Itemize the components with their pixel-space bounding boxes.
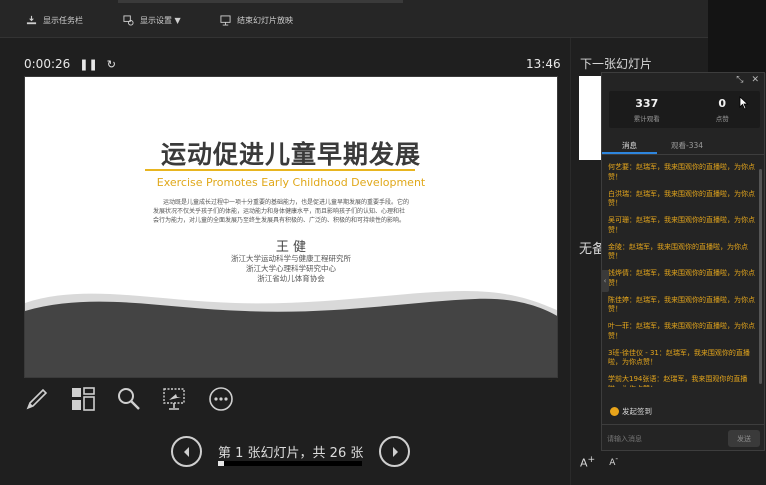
title-underline — [145, 169, 415, 171]
slide-counter: 第 1 张幻灯片，共 26 张 — [218, 446, 364, 461]
viewers-count: 337 — [635, 97, 659, 110]
mouse-cursor-icon — [739, 96, 749, 110]
slide-wave-decoration — [25, 291, 557, 377]
end-show-icon — [220, 14, 231, 26]
presentation-timer: 0:00:26 ❚❚ ↻ — [24, 57, 116, 71]
message-scrollbar[interactable] — [759, 169, 762, 384]
end-show-button[interactable]: 结束幻灯片放映 — [220, 13, 293, 27]
message-input[interactable] — [607, 430, 719, 447]
show-taskbar-label: 显示任务栏 — [43, 15, 83, 25]
current-slide[interactable]: 运动促进儿童早期发展 Exercise Promotes Early Child… — [24, 76, 558, 378]
slide-title: 运动促进儿童早期发展 — [160, 140, 421, 169]
pause-icon[interactable]: ❚❚ — [79, 58, 97, 71]
slides-grid-icon[interactable] — [70, 386, 96, 412]
presenter-tools — [24, 385, 234, 413]
tab-viewers[interactable]: 观看-334 — [657, 137, 717, 154]
taskbar-icon — [26, 15, 37, 24]
slide-progress-bar[interactable] — [218, 461, 362, 466]
slide-body-text: 运动既是儿童成长过程中一项十分重要的基础能力，也是促进儿童早期发展的重要手段。它… — [153, 199, 410, 224]
end-show-label: 结束幻灯片放映 — [237, 15, 293, 25]
collapse-icon[interactable]: ⤡ — [736, 75, 743, 85]
background-window-edge — [708, 0, 766, 73]
list-item: 学前大194张语：赵瑞军，我来围观你的直播啦，为你点赞！ — [608, 375, 748, 387]
checkin-button[interactable]: 发起签到 — [610, 406, 652, 417]
affiliation-line: 浙江省幼儿体育协会 — [257, 274, 325, 283]
chevron-right-icon — [392, 446, 398, 457]
live-tabs: 消息 观看-334 — [602, 137, 764, 155]
message-input-row: 发送 — [602, 424, 764, 451]
slide-subtitle: Exercise Promotes Early Childhood Develo… — [156, 176, 426, 189]
current-time: 13:46 — [526, 57, 561, 71]
viewers-caption: 累计观看 — [633, 115, 660, 123]
list-item: 叶一菲：赵瑞军，我来围观你的直播啦，为你点赞！ — [608, 322, 755, 340]
checkin-icon — [610, 407, 619, 416]
live-panel-header: ⤡ ✕ — [602, 73, 764, 89]
more-options-icon[interactable] — [208, 386, 234, 412]
send-button[interactable]: 发送 — [728, 430, 760, 447]
viewers-stat: 337 累计观看 — [609, 91, 685, 128]
next-slide-thumbnail[interactable] — [579, 76, 603, 160]
display-settings-button[interactable]: 显示设置 ▼ — [123, 13, 181, 27]
decrease-font-button[interactable]: A- — [609, 454, 618, 470]
pen-icon[interactable] — [24, 386, 50, 412]
previous-slide-button[interactable] — [171, 436, 202, 467]
increase-font-button[interactable]: A+ — [580, 454, 595, 470]
likes-caption: 点赞 — [715, 115, 729, 123]
list-item: 陈佳婷：赵瑞军，我来围观你的直播啦，为你点赞！ — [608, 295, 755, 314]
screen-pointer-icon[interactable] — [162, 386, 188, 412]
pane-divider — [570, 38, 571, 485]
reset-icon[interactable]: ↻ — [107, 58, 116, 71]
next-slide-button[interactable] — [379, 436, 410, 467]
list-item: 3班-徐佳仪 - 31：赵瑞军，我来围观你的直播啦，为你点赞！ — [608, 348, 750, 367]
elapsed-time: 0:00:26 — [24, 57, 71, 71]
live-stats: 337 累计观看 0 点赞 — [609, 91, 760, 128]
list-item: 钱烨倩：赵瑞军，我来围观你的直播啦，为你点赞！ — [608, 269, 755, 287]
chevron-left-icon — [183, 446, 189, 457]
show-taskbar-button[interactable]: 显示任务栏 — [26, 13, 83, 27]
tab-messages[interactable]: 消息 — [602, 137, 657, 154]
live-stream-panel: ⤡ ✕ 337 累计观看 0 点赞 消息 观看-334 何艺要：赵瑞军，我来围观… — [601, 72, 765, 451]
toolbar-divider — [118, 0, 403, 3]
top-toolbar: 显示任务栏 显示设置 ▼ 结束幻灯片放映 — [0, 0, 708, 38]
close-icon[interactable]: ✕ — [751, 75, 759, 85]
checkin-label: 发起签到 — [622, 407, 652, 416]
magnifier-icon[interactable] — [116, 386, 142, 412]
font-size-controls: A+ A- — [580, 454, 618, 470]
display-settings-icon — [123, 14, 134, 26]
collapse-panel-handle[interactable]: ‹ — [601, 270, 609, 292]
message-list: 何艺要：赵瑞军，我来围观你的直播啦，为你点赞！ 白洪瑞：赵瑞军，我来围观你的直播… — [608, 163, 756, 395]
display-settings-label: 显示设置 ▼ — [140, 15, 181, 25]
list-item: 吴可珊：赵瑞军，我来围观你的直播啦，为你点赞！ — [608, 216, 755, 234]
increase-font-label: A — [580, 456, 588, 470]
slide-progress-fill — [218, 461, 224, 466]
list-item: 金陵：赵瑞军，我来围观你的直播啦，为你点赞！ — [608, 242, 748, 261]
list-item: 何艺要：赵瑞军，我来围观你的直播啦，为你点赞！ — [608, 163, 755, 181]
next-slide-label: 下一张幻灯片 — [580, 57, 653, 71]
list-item: 白洪瑞：赵瑞军，我来围观你的直播啦，为你点赞！ — [608, 189, 755, 208]
